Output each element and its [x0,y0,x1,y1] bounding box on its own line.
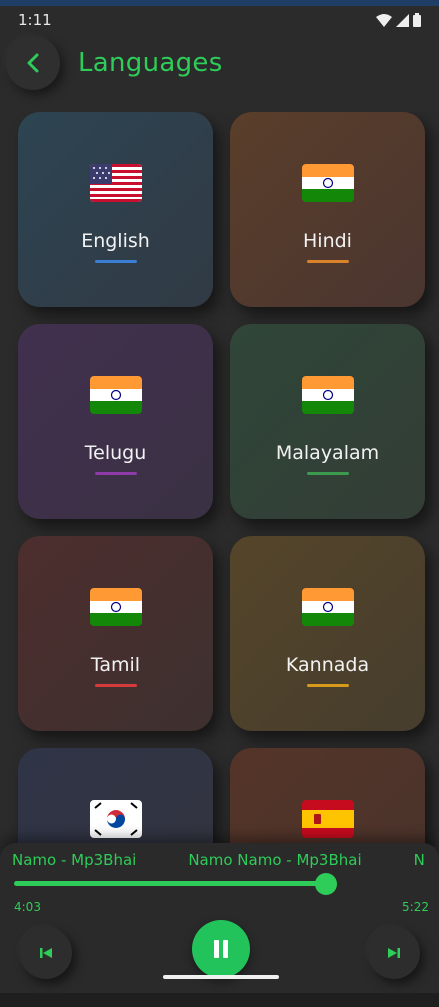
elapsed-time: 4:03 [14,900,41,914]
now-playing-text: N [413,851,425,869]
language-card-kannada[interactable]: Kannada [230,536,425,731]
battery-icon [413,13,421,27]
language-card-malayalam[interactable]: Malayalam [230,324,425,519]
language-card-hindi[interactable]: Hindi [230,112,425,307]
next-button[interactable] [368,927,420,979]
language-card-english[interactable]: English [18,112,213,307]
flag-spain-icon [301,800,354,838]
language-name: Tamil [90,654,141,676]
language-name: Kannada [285,654,370,676]
language-underline [94,684,137,687]
back-button[interactable] [6,36,60,90]
signal-icon [396,13,409,27]
language-underline [306,472,349,475]
language-card-tamil[interactable]: Tamil [18,536,213,731]
flag-india-icon [301,588,354,626]
progress-bar[interactable] [14,881,326,886]
chevron-left-icon [27,53,39,73]
page-title: Languages [78,48,223,78]
home-indicator[interactable] [163,975,279,979]
flag-us-icon [89,164,142,202]
language-grid: English Hindi Telugu Malayalam Tamil Kan… [0,112,439,847]
language-underline [306,684,349,687]
now-playing-text: Namo Namo - Mp3Bhai [188,851,362,869]
status-icons [376,13,421,27]
pause-icon [214,940,228,958]
language-underline [94,260,137,263]
skip-previous-icon [40,948,52,958]
language-name: Malayalam [275,442,380,464]
app-header: Languages [0,34,439,98]
language-underline [306,260,349,263]
flag-india-icon [301,164,354,202]
progress-thumb[interactable] [315,873,337,895]
now-playing-text: Namo - Mp3Bhai [12,851,137,869]
wifi-icon [376,13,392,27]
language-card-korean[interactable] [18,748,213,847]
flag-india-icon [89,376,142,414]
language-name: Hindi [303,230,352,252]
language-underline [94,472,137,475]
pause-button[interactable] [192,920,250,978]
bottom-strip [0,993,439,1007]
previous-button[interactable] [20,927,72,979]
language-card-telugu[interactable]: Telugu [18,324,213,519]
now-playing-title: Namo - Mp3Bhai Namo Namo - Mp3Bhai N [12,851,439,869]
flag-south-korea-icon [89,800,142,838]
language-name: Telugu [84,442,147,464]
flag-india-icon [301,376,354,414]
language-name: English [81,230,150,252]
skip-next-icon [388,948,400,958]
flag-india-icon [89,588,142,626]
music-player: Namo - Mp3Bhai Namo Namo - Mp3Bhai N 4:03 … [0,843,439,993]
status-time: 1:11 [18,11,52,29]
language-card-spanish[interactable] [230,748,425,847]
status-bar: 1:11 [0,6,439,34]
total-time: 5:22 [402,900,429,914]
